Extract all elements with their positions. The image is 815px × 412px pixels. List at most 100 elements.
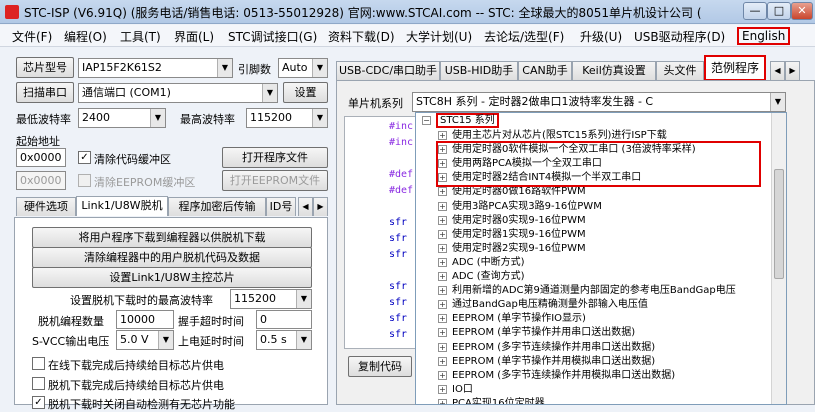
- menu-debug[interactable]: STC调试接口(G): [228, 28, 317, 45]
- code-address-input[interactable]: 0x0000: [16, 148, 66, 167]
- max-baud-select[interactable]: 115200 ▼: [246, 108, 328, 128]
- offline-count-input[interactable]: 10000: [116, 310, 174, 329]
- scrollbar-thumb[interactable]: [774, 169, 784, 279]
- tab-encrypted-transfer[interactable]: 程序加密后传输: [168, 197, 266, 216]
- expand-icon[interactable]: +: [438, 356, 447, 366]
- open-program-button[interactable]: 打开程序文件: [222, 147, 328, 168]
- svcc-select[interactable]: 5.0 V ▼: [116, 330, 174, 350]
- expand-icon[interactable]: +: [438, 257, 447, 267]
- tab-scroll-left[interactable]: ◀: [770, 61, 785, 80]
- settings-button[interactable]: 设置: [283, 82, 328, 103]
- menu-file[interactable]: 文件(F): [12, 28, 52, 45]
- mcu-series-label: 单片机系列: [348, 97, 403, 110]
- tree-item-label: PCA实现16位定时器: [452, 397, 545, 405]
- copy-code-button[interactable]: 复制代码: [348, 356, 412, 377]
- min-baud-select[interactable]: 2400 ▼: [78, 108, 166, 128]
- offline-power-checkbox[interactable]: [32, 377, 45, 390]
- tab-link1-offline[interactable]: Link1/U8W脱机: [76, 196, 168, 216]
- code-line: sfr: [389, 217, 408, 228]
- online-power-checkbox[interactable]: [32, 357, 45, 370]
- svcc-value: 5.0 V: [120, 333, 149, 346]
- open-eeprom-button[interactable]: 打开EEPROM文件: [222, 170, 328, 191]
- pin-count-select[interactable]: Auto ▼: [278, 58, 328, 78]
- handshake-timeout-input[interactable]: 0: [256, 310, 312, 329]
- menu-university[interactable]: 大学计划(U): [406, 28, 472, 45]
- tab-can[interactable]: CAN助手: [518, 61, 572, 80]
- set-link1-chip-button[interactable]: 设置Link1/U8W主控芯片: [32, 267, 312, 288]
- expand-icon[interactable]: +: [438, 229, 447, 239]
- expand-icon[interactable]: +: [438, 370, 447, 380]
- tree-item-label: ADC (中断方式): [452, 256, 525, 268]
- menu-downloads[interactable]: 资料下载(D): [328, 28, 395, 45]
- chevron-down-icon: ▼: [312, 59, 327, 77]
- clear-programmer-button[interactable]: 清除编程器中的用户脱机代码及数据: [32, 247, 312, 268]
- chip-model-select[interactable]: IAP15F2K61S2 ▼: [78, 58, 233, 78]
- mcu-series-select[interactable]: STC8H 系列 - 定时器2做串口1波特率发生器 - C ▼: [412, 92, 786, 112]
- disable-detect-checkbox[interactable]: ✓: [32, 396, 45, 409]
- tree-scrollbar[interactable]: [771, 113, 786, 404]
- menu-tools[interactable]: 工具(T): [120, 28, 161, 45]
- menu-interface[interactable]: 界面(L): [174, 28, 214, 45]
- expand-icon[interactable]: +: [438, 243, 447, 253]
- tree-item-label: 使用3路PCA实现3路9-16位PWM: [452, 200, 602, 212]
- expand-icon[interactable]: +: [438, 201, 447, 211]
- online-power-label: 在线下载完成后持续给目标芯片供电: [48, 359, 224, 372]
- expand-icon[interactable]: +: [438, 384, 447, 394]
- expand-icon[interactable]: +: [438, 215, 447, 225]
- expand-icon[interactable]: +: [438, 300, 447, 310]
- menu-upgrade[interactable]: 升级(U): [580, 28, 622, 45]
- tab-usb-cdc-serial[interactable]: USB-CDC/串口助手: [336, 61, 440, 80]
- tab-usb-hid[interactable]: USB-HID助手: [440, 61, 518, 80]
- menu-forum[interactable]: 去论坛/选型(F): [484, 28, 564, 45]
- example-tree-dropdown[interactable]: − STC15 系列 + 使用主芯片对从芯片(限STC15系列)进行ISP下载 + 使…: [415, 112, 787, 405]
- chevron-down-icon: ▼: [150, 109, 165, 127]
- tab-scroll-right[interactable]: ▶: [313, 197, 328, 216]
- expand-icon[interactable]: +: [438, 286, 447, 296]
- maximize-button[interactable]: □: [767, 2, 791, 20]
- offline-count-label: 脱机编程数量: [38, 315, 104, 328]
- expand-icon[interactable]: +: [438, 328, 447, 338]
- expand-icon[interactable]: +: [438, 314, 447, 324]
- expand-icon[interactable]: +: [438, 131, 447, 140]
- code-line: #inc: [389, 137, 414, 148]
- clear-code-checkbox[interactable]: ✓: [78, 151, 91, 164]
- tree-item-label: EEPROM (单字节操作IO显示): [452, 313, 586, 325]
- menu-usb-driver[interactable]: USB驱动程序(D): [634, 28, 725, 45]
- chevron-down-icon: ▼: [770, 93, 785, 111]
- tab-header-files[interactable]: 头文件: [656, 61, 704, 80]
- code-line: sfr: [389, 281, 408, 292]
- power-on-delay-label: 上电延时时间: [178, 335, 244, 348]
- code-line: sfr: [389, 249, 408, 260]
- expand-icon[interactable]: +: [438, 398, 447, 404]
- tree-item-label: 通过BandGap电压精确测量外部输入电压值: [452, 299, 648, 311]
- clear-eeprom-checkbox[interactable]: [78, 174, 91, 187]
- port-select[interactable]: 通信端口 (COM1) ▼: [78, 83, 278, 103]
- tree-item-label: EEPROM (单字节操作并用模拟串口送出数据): [452, 355, 656, 367]
- scan-port-button[interactable]: 扫描串口: [16, 82, 74, 103]
- code-line: #def: [389, 169, 414, 180]
- expand-icon[interactable]: +: [438, 342, 447, 352]
- power-on-delay-select[interactable]: 0.5 s ▼: [256, 330, 312, 350]
- eeprom-address-input[interactable]: 0x0000: [16, 171, 66, 190]
- menu-english[interactable]: English: [737, 27, 791, 45]
- tab-keil-emulation[interactable]: Keil仿真设置: [572, 61, 656, 80]
- expand-icon[interactable]: +: [438, 187, 447, 197]
- chip-model-button[interactable]: 芯片型号: [16, 57, 74, 78]
- tree-root-label: STC15 系列: [436, 113, 499, 128]
- tab-example-programs[interactable]: 范例程序: [704, 55, 766, 81]
- start-address-label: 起始地址: [16, 135, 60, 148]
- download-to-programmer-button[interactable]: 将用户程序下载到编程器以供脱机下载: [32, 227, 312, 248]
- tab-scroll-right[interactable]: ▶: [785, 61, 800, 80]
- window-title: STC-ISP (V6.91Q) (服务电话/销售电话: 0513-550129…: [24, 6, 702, 20]
- handshake-timeout-label: 握手超时时间: [178, 315, 244, 328]
- menu-program[interactable]: 编程(O): [64, 28, 107, 45]
- expand-icon[interactable]: +: [438, 272, 447, 281]
- max-baud-label: 最高波特率: [180, 113, 235, 126]
- minimize-button[interactable]: —: [743, 2, 767, 20]
- tree-item-label: EEPROM (多字节连续操作并用模拟串口送出数据): [452, 369, 676, 381]
- tab-id-number[interactable]: ID号: [266, 197, 296, 216]
- close-button[interactable]: ✕: [791, 2, 813, 20]
- offline-max-baud-select[interactable]: 115200 ▼: [230, 289, 312, 309]
- tab-scroll-left[interactable]: ◀: [298, 197, 313, 216]
- tab-hardware-options[interactable]: 硬件选项: [16, 197, 76, 216]
